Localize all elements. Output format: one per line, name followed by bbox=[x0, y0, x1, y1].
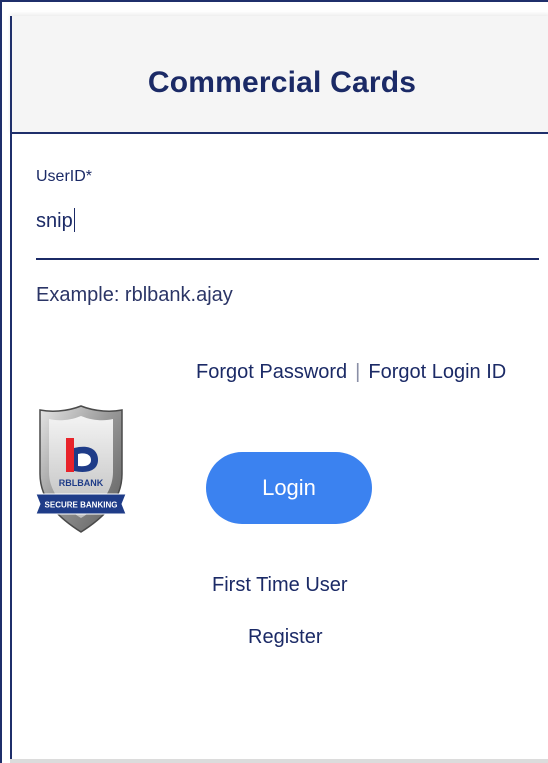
page-title: Commercial Cards bbox=[147, 66, 417, 99]
forgot-links-row: Forgot Password | Forgot Login ID bbox=[196, 361, 506, 384]
login-panel: UserID* snip Example: rblbank.ajay Forgo… bbox=[10, 134, 548, 763]
userid-underline bbox=[36, 258, 539, 260]
forgot-password-link[interactable]: Forgot Password bbox=[196, 361, 347, 383]
badge-brand-text: RBLBANK bbox=[59, 478, 104, 488]
login-button[interactable]: Login bbox=[206, 452, 372, 524]
text-caret bbox=[73, 208, 75, 232]
first-time-user-text: First Time User bbox=[212, 574, 348, 596]
userid-input[interactable]: snip bbox=[36, 208, 75, 233]
register-link[interactable]: Register bbox=[248, 626, 322, 649]
secure-banking-shield-icon: RBLBANK SECURE BANKING bbox=[36, 405, 126, 533]
badge-ribbon-text: SECURE BANKING bbox=[45, 501, 118, 510]
forgot-login-id-link[interactable]: Forgot Login ID bbox=[368, 361, 506, 383]
header-bar: Commercial Cards bbox=[10, 16, 548, 134]
link-separator: | bbox=[355, 361, 361, 383]
userid-input-value: snip bbox=[36, 210, 73, 232]
userid-example-hint: Example: rblbank.ajay bbox=[36, 284, 233, 306]
userid-label: UserID* bbox=[36, 168, 93, 185]
bottom-divider bbox=[10, 759, 548, 763]
